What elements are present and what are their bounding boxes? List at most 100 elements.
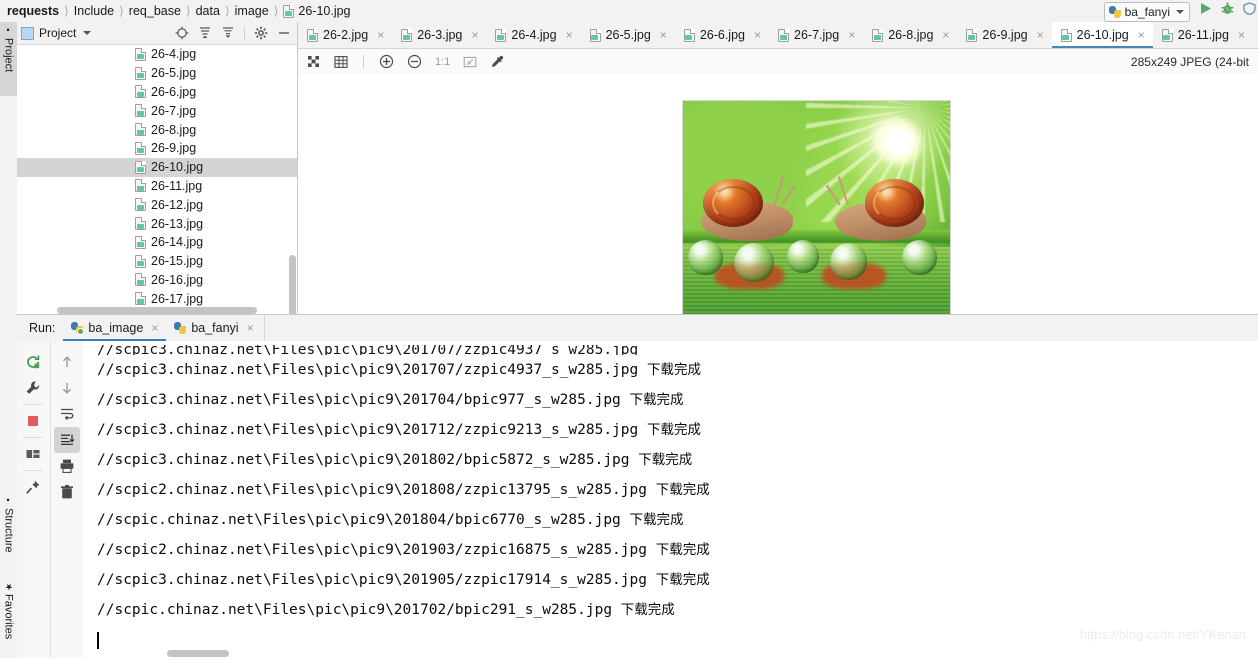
close-icon[interactable]: × <box>1138 28 1145 42</box>
breadcrumb-file-label: 26-10.jpg <box>298 4 351 18</box>
console-line-status: 下载完成 <box>646 362 701 378</box>
editor-tab-26-8-jpg[interactable]: 26-8.jpg × <box>863 22 957 48</box>
tree-file-26-13-jpg[interactable]: 26-13.jpg <box>17 214 297 233</box>
editor-tab-26-5-jpg[interactable]: 26-5.jpg × <box>581 22 675 48</box>
breadcrumb-item-1[interactable]: Include <box>71 4 117 18</box>
close-icon[interactable]: × <box>1238 28 1245 42</box>
locate-icon[interactable] <box>175 26 189 40</box>
fit-to-window-icon[interactable] <box>463 55 477 69</box>
tree-file-26-16-jpg[interactable]: 26-16.jpg <box>17 271 297 290</box>
actual-size-icon[interactable]: 1:1 <box>435 56 450 68</box>
transparency-grid-icon[interactable] <box>307 55 321 69</box>
breadcrumb-item-2[interactable]: req_base <box>126 4 184 18</box>
rail-item-project[interactable]: ▪ Project <box>0 22 17 96</box>
breadcrumb-item-3[interactable]: data <box>193 4 223 18</box>
close-icon[interactable]: × <box>377 28 384 42</box>
rail-item-favorites[interactable]: ★ Favorites <box>0 578 17 660</box>
tree-file-26-7-jpg[interactable]: 26-7.jpg <box>17 101 297 120</box>
image-file-icon <box>135 292 146 306</box>
run-tab-ba_fanyi[interactable]: ba_fanyi × <box>166 315 261 341</box>
editor-tab-label: 26-6.jpg <box>699 28 745 42</box>
stop-icon[interactable] <box>20 408 46 434</box>
debug-icon[interactable] <box>1221 2 1234 15</box>
scroll-down-icon[interactable] <box>54 375 80 401</box>
scroll-up-icon[interactable] <box>54 349 80 375</box>
tool-window-rail: ▪ Project ▪ Structure ★ Favorites <box>0 22 18 658</box>
tree-file-26-10-jpg[interactable]: 26-10.jpg <box>17 157 297 177</box>
tree-file-26-5-jpg[interactable]: 26-5.jpg <box>17 64 297 83</box>
editor-tab-26-9-jpg[interactable]: 26-9.jpg × <box>957 22 1051 48</box>
close-icon[interactable]: × <box>942 28 949 42</box>
breadcrumb-item-4[interactable]: image <box>232 4 272 18</box>
hide-panel-icon[interactable] <box>277 26 291 40</box>
editor-tab-26-7-jpg[interactable]: 26-7.jpg × <box>769 22 863 48</box>
tree-file-26-12-jpg[interactable]: 26-12.jpg <box>17 195 297 214</box>
image-preview <box>682 100 951 314</box>
scroll-to-end-icon[interactable] <box>53 427 80 453</box>
editor-tab-26-11-jpg[interactable]: 26-11.jpg × <box>1153 22 1253 48</box>
console-output[interactable]: //scpic3.chinaz.net\Files\pic\pic9\20170… <box>83 341 1258 658</box>
pixel-grid-icon[interactable] <box>334 55 348 69</box>
close-icon[interactable]: × <box>660 28 667 42</box>
tree-file-26-9-jpg[interactable]: 26-9.jpg <box>17 139 297 158</box>
tree-file-26-14-jpg[interactable]: 26-14.jpg <box>17 233 297 252</box>
image-file-icon <box>1060 28 1072 42</box>
zoom-out-icon[interactable] <box>407 54 422 69</box>
zoom-in-icon[interactable] <box>379 54 394 69</box>
rail-label-structure: Structure <box>2 508 15 553</box>
color-picker-icon[interactable] <box>490 54 505 69</box>
rerun-icon[interactable] <box>20 349 46 375</box>
print-icon[interactable] <box>54 453 80 479</box>
close-icon[interactable]: × <box>247 321 254 335</box>
editor-tab-strip[interactable]: 26-2.jpg × 26-3.jpg × 26-4.jpg × 26-5.jpg × 26-6… <box>298 22 1258 49</box>
project-file-tree[interactable]: 26-4.jpg 26-5.jpg 26-6.jpg 26-7.jpg 26-8.jpg… <box>17 45 297 314</box>
image-canvas[interactable] <box>298 74 1258 314</box>
tree-file-label: 26-6.jpg <box>151 84 197 99</box>
close-icon[interactable]: × <box>471 28 478 42</box>
expand-all-icon[interactable] <box>198 26 212 40</box>
editor-tab-26-4-jpg[interactable]: 26-4.jpg × <box>486 22 580 48</box>
editor-tab-26-3-jpg[interactable]: 26-3.jpg × <box>392 22 486 48</box>
run-configuration-selector[interactable]: ba_fanyi <box>1103 2 1190 22</box>
settings-wrench-icon[interactable] <box>20 375 46 401</box>
image-file-icon <box>135 160 146 174</box>
gear-icon[interactable] <box>254 26 268 40</box>
rail-label-project: Project <box>2 38 15 73</box>
project-panel-header: Project <box>17 22 297 45</box>
tree-file-26-4-jpg[interactable]: 26-4.jpg <box>17 45 297 64</box>
close-icon[interactable]: × <box>848 28 855 42</box>
pin-icon[interactable] <box>20 474 46 500</box>
tree-file-26-8-jpg[interactable]: 26-8.jpg <box>17 120 297 139</box>
tree-file-26-6-jpg[interactable]: 26-6.jpg <box>17 83 297 102</box>
console-line-path: //scpic2.chinaz.net\Files\pic\pic9\20190… <box>97 542 647 558</box>
close-icon[interactable]: × <box>151 321 158 335</box>
run-tab-ba_image[interactable]: ba_image × <box>63 315 167 341</box>
tree-file-26-17-jpg[interactable]: 26-17.jpg <box>17 289 297 308</box>
close-icon[interactable]: × <box>754 28 761 42</box>
editor-tab-26-6-jpg[interactable]: 26-6.jpg × <box>675 22 769 48</box>
project-panel-title[interactable]: Project <box>21 26 92 40</box>
close-icon[interactable]: × <box>566 28 573 42</box>
rail-item-structure[interactable]: ▪ Structure <box>0 492 17 568</box>
tree-file-26-15-jpg[interactable]: 26-15.jpg <box>17 252 297 271</box>
layout-icon[interactable] <box>20 441 46 467</box>
console-line-status: 下载完成 <box>655 572 710 588</box>
breadcrumb-file[interactable]: 26-10.jpg <box>280 4 353 18</box>
project-tree-horizontal-scrollbar[interactable] <box>57 307 257 314</box>
tree-file-label: 26-10.jpg <box>151 160 204 175</box>
chevron-down-icon <box>83 31 92 35</box>
tree-file-26-11-jpg[interactable]: 26-11.jpg <box>17 177 297 196</box>
editor-tab-26-10-jpg[interactable]: 26-10.jpg × <box>1051 22 1153 48</box>
console-horizontal-scrollbar[interactable] <box>167 650 229 657</box>
project-tree-vertical-scrollbar[interactable] <box>289 255 296 314</box>
collapse-all-icon[interactable] <box>221 26 235 40</box>
divider <box>23 470 44 471</box>
coverage-icon[interactable] <box>1243 2 1256 15</box>
run-icon[interactable] <box>1199 2 1212 15</box>
close-icon[interactable]: × <box>1037 28 1044 42</box>
editor-tab-26-2-jpg[interactable]: 26-2.jpg × <box>298 22 392 48</box>
trash-icon[interactable] <box>54 479 80 505</box>
tree-file-label: 26-5.jpg <box>151 66 197 81</box>
soft-wrap-icon[interactable] <box>54 401 80 427</box>
breadcrumb-item-0[interactable]: requests <box>4 4 62 18</box>
